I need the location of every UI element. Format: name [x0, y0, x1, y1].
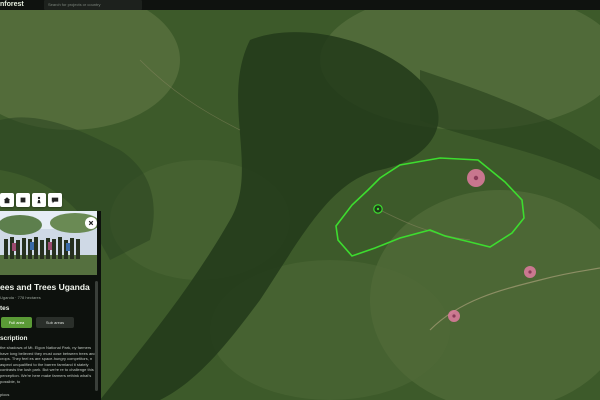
project-title: ees and Trees Uganda — [0, 282, 90, 292]
project-area: 778 hectares — [17, 295, 41, 300]
description-text: the shadows of Mt. Elgon National Park, … — [0, 345, 96, 384]
sites-heading: tes — [0, 305, 10, 312]
sub-areas-button[interactable]: Sub areas — [36, 317, 74, 328]
location-pin-icon — [373, 204, 383, 214]
person-button[interactable] — [32, 193, 46, 207]
project-photo — [0, 211, 97, 275]
home-icon — [3, 197, 11, 204]
full-area-button[interactable]: Full area — [1, 317, 32, 328]
map-toolbar — [0, 193, 62, 207]
project-location: Uganda — [0, 295, 15, 300]
home-button[interactable] — [0, 193, 14, 207]
project-panel: ees and Trees Uganda Uganda · 778 hectar… — [0, 211, 101, 400]
app-logo-text[interactable]: nforest — [0, 0, 24, 10]
close-button[interactable] — [85, 217, 97, 229]
next-section-heading: piocs — [0, 392, 10, 397]
description-heading: scription — [0, 335, 28, 342]
layers-button[interactable] — [16, 193, 30, 207]
person-icon — [37, 196, 41, 204]
layers-icon — [20, 197, 26, 203]
chat-icon — [51, 197, 59, 204]
top-bar: nforest Search for projects or country — [0, 0, 600, 10]
project-meta: Uganda · 778 hectares — [0, 295, 41, 300]
close-icon — [88, 220, 94, 226]
panel-scrollbar[interactable] — [95, 281, 98, 391]
chat-button[interactable] — [48, 193, 62, 207]
search-input[interactable]: Search for projects or country — [44, 0, 142, 10]
